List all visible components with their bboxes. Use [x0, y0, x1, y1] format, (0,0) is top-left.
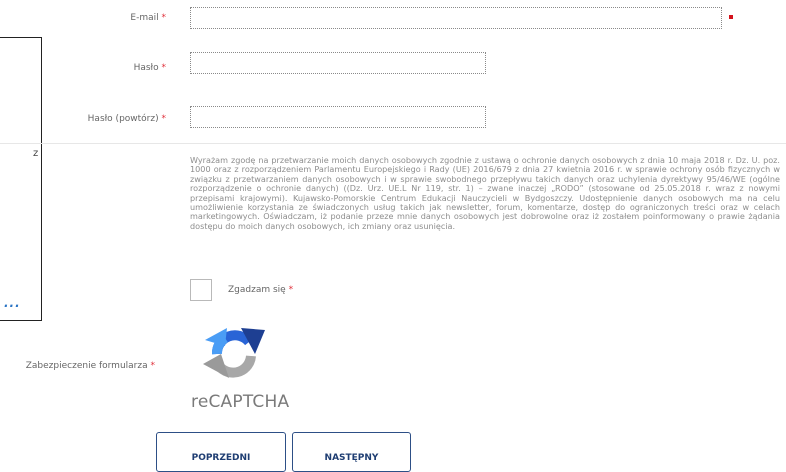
password-repeat-label: Hasło (powtórz) *: [87, 114, 167, 124]
required-mark: *: [161, 13, 167, 23]
next-button[interactable]: NASTĘPNY: [292, 432, 411, 472]
password-field[interactable]: [190, 52, 486, 74]
email-field[interactable]: [190, 7, 722, 29]
recaptcha-icon[interactable]: [199, 320, 269, 390]
required-mark: *: [150, 361, 156, 371]
side-panel-letter: z: [33, 148, 39, 159]
required-indicator: [729, 15, 733, 19]
consent-checkbox[interactable]: [190, 279, 212, 301]
consent-label: Zgadzam się *: [228, 285, 294, 295]
side-panel-more-link[interactable]: ...: [4, 296, 21, 310]
previous-button[interactable]: POPRZEDNI: [156, 432, 286, 472]
password-repeat-field[interactable]: [190, 106, 486, 128]
captcha-label: Zabezpieczenie formularza *: [25, 361, 156, 371]
password-label: Hasło *: [133, 63, 167, 73]
email-label: E-mail *: [130, 13, 166, 23]
gdpr-consent-text: Wyrażam zgodę na przetwarzanie moich dan…: [190, 155, 780, 231]
required-mark: *: [288, 285, 294, 295]
divider: [0, 143, 786, 144]
required-mark: *: [161, 63, 167, 73]
required-mark: *: [161, 114, 167, 124]
recaptcha-brand: reCAPTCHA: [191, 392, 290, 412]
side-panel: [0, 37, 42, 321]
